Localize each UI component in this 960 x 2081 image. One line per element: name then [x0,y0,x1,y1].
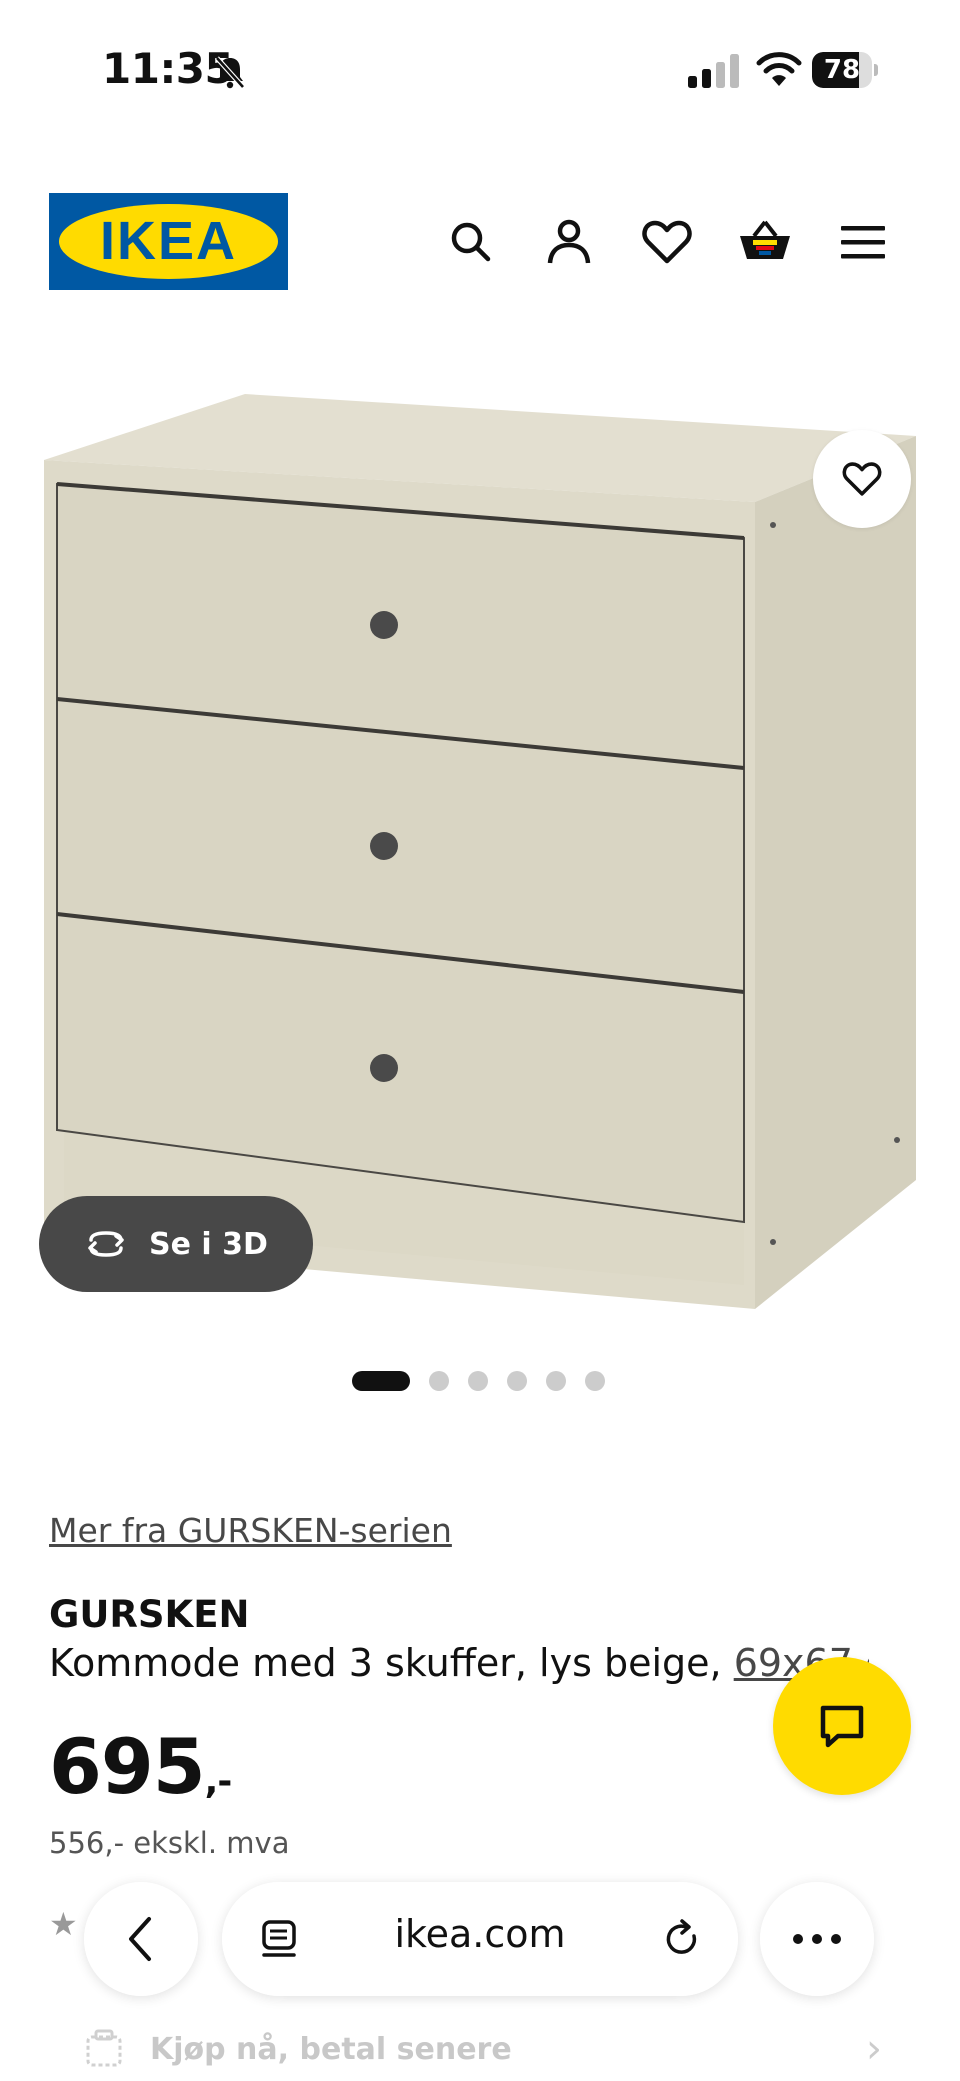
more-icon [793,1934,841,1944]
menu-icon[interactable] [835,214,891,270]
add-to-favourites-button[interactable] [813,430,911,528]
installment-icon [86,2029,122,2067]
view-in-3d-button[interactable]: Se i 3D [39,1196,313,1292]
battery-indicator: 78 [812,52,878,88]
logo-text: IKEA [99,211,237,271]
battery-percent: 78 [823,55,861,85]
product-name: GURSKEN [49,1593,250,1636]
search-icon[interactable] [443,214,499,270]
buy-now-pay-later-row[interactable]: Kjøp nå, betal senere › [82,2024,882,2074]
price-main: 695 [49,1722,206,1811]
favourites-icon[interactable] [639,214,695,270]
price-excluding-vat: 556,- ekskl. mva [49,1826,290,1860]
view-in-3d-label: Se i 3D [149,1226,268,1262]
carousel-dot[interactable] [429,1371,449,1391]
chat-button[interactable] [773,1657,911,1795]
carousel-dot[interactable] [507,1371,527,1391]
series-link[interactable]: Mer fra GURSKEN-serien [49,1511,452,1550]
reload-icon[interactable] [662,1918,704,1960]
browser-more-button[interactable] [760,1882,874,1996]
product-image[interactable] [40,380,920,1320]
browser-back-button[interactable] [84,1882,198,1996]
browser-domain: ikea.com [394,1912,566,1956]
product-description: Kommode med 3 skuffer, lys beige, 69x67 … [49,1641,869,1685]
account-icon[interactable] [541,214,597,270]
rotate-3d-icon [88,1231,124,1257]
carousel-dot[interactable] [468,1371,488,1391]
wifi-icon [756,52,802,86]
carousel-dot[interactable] [546,1371,566,1391]
product-price: 695,- [49,1722,233,1811]
chat-icon [820,1705,864,1748]
browser-address-bar[interactable]: ikea.com [222,1882,738,1996]
product-type: Kommode med 3 skuffer, lys beige, [49,1641,734,1685]
price-suffix: ,- [204,1761,233,1802]
carousel-dot[interactable] [352,1371,410,1391]
rating-stars: ★ [49,1905,78,1943]
image-carousel-indicator[interactable] [352,1370,624,1392]
silent-mode-icon [215,56,245,89]
cellular-signal-icon [688,54,739,88]
bnpl-label: Kjøp nå, betal senere [150,2031,512,2067]
heart-icon [842,462,882,496]
chevron-left-icon [129,1917,151,1961]
chevron-right-icon: › [866,2026,882,2072]
ikea-logo[interactable]: IKEA [49,193,288,290]
carousel-dot[interactable] [585,1371,605,1391]
basket-icon[interactable] [737,214,793,270]
